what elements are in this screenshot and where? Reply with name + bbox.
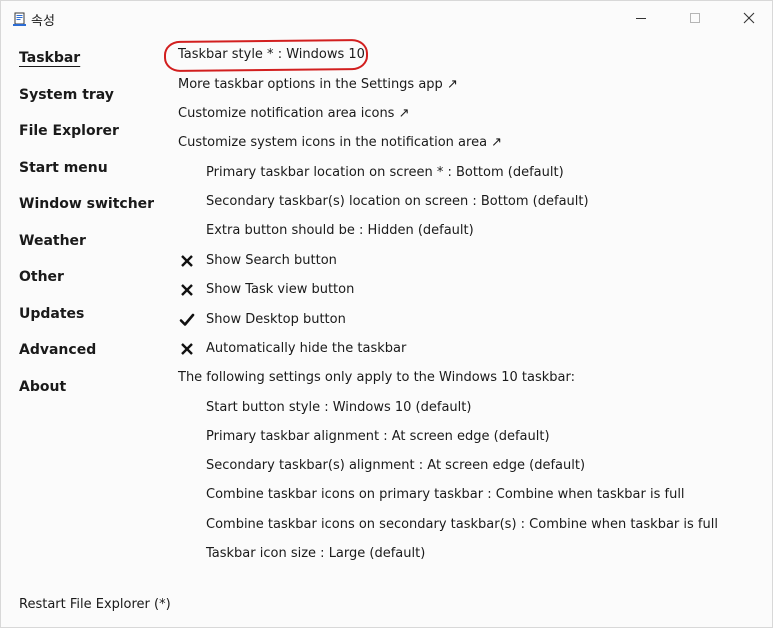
cross-icon[interactable]: [178, 340, 196, 358]
win10-section-header: The following settings only apply to the…: [178, 370, 575, 385]
primary-location-setting[interactable]: Primary taskbar location on screen * : B…: [206, 164, 564, 182]
cross-icon[interactable]: [178, 252, 196, 270]
properties-window: 속성 Taskbar System tray File Explorer Sta…: [0, 0, 773, 628]
notification-icons-link[interactable]: Customize notification area icons ↗: [178, 105, 409, 123]
secondary-alignment-setting[interactable]: Secondary taskbar(s) alignment : At scre…: [206, 457, 585, 475]
primary-alignment-setting[interactable]: Primary taskbar alignment : At screen ed…: [206, 428, 550, 446]
extra-button-setting[interactable]: Extra button should be : Hidden (default…: [206, 222, 474, 240]
secondary-location-setting[interactable]: Secondary taskbar(s) location on screen …: [206, 193, 589, 211]
show-taskview-toggle[interactable]: Show Task view button: [206, 281, 354, 299]
settings-panel: Taskbar style * : Windows 10 More taskba…: [1, 1, 772, 627]
check-icon[interactable]: [178, 311, 196, 329]
combine-primary-setting[interactable]: Combine taskbar icons on primary taskbar…: [206, 486, 685, 504]
combine-secondary-setting[interactable]: Combine taskbar icons on secondary taskb…: [206, 516, 718, 534]
show-desktop-toggle[interactable]: Show Desktop button: [206, 311, 346, 329]
system-icons-link[interactable]: Customize system icons in the notificati…: [178, 134, 502, 152]
taskbar-style-setting[interactable]: Taskbar style * : Windows 10: [178, 46, 365, 64]
start-button-style-setting[interactable]: Start button style : Windows 10 (default…: [206, 399, 471, 417]
auto-hide-toggle[interactable]: Automatically hide the taskbar: [206, 340, 406, 358]
show-search-toggle[interactable]: Show Search button: [206, 252, 337, 270]
cross-icon[interactable]: [178, 281, 196, 299]
more-taskbar-options-link[interactable]: More taskbar options in the Settings app…: [178, 76, 458, 94]
icon-size-setting[interactable]: Taskbar icon size : Large (default): [206, 545, 425, 563]
